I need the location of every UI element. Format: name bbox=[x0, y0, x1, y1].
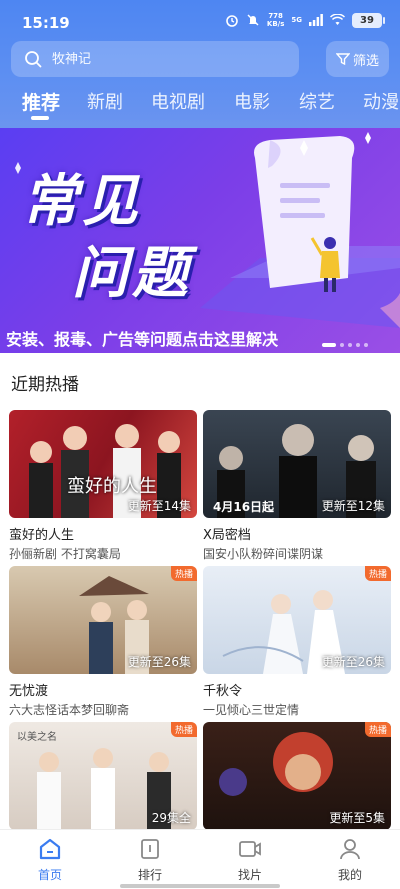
signal-icon bbox=[309, 14, 323, 26]
active-tab-indicator bbox=[31, 116, 49, 120]
show-thumbnail: 热播 更新至26集 bbox=[203, 566, 391, 674]
hot-badge: 热播 bbox=[170, 722, 197, 737]
status-bar: 15:19 778 KB/s 5G 39 bbox=[0, 0, 400, 44]
alarm-icon bbox=[226, 15, 238, 27]
show-thumbnail: 蛮好的人生 更新至14集 bbox=[9, 410, 197, 518]
show-subtitle: 一见倾心三世定情 bbox=[203, 703, 300, 717]
filter-button[interactable]: 筛选 bbox=[326, 41, 389, 77]
bottom-navigation: 首页 排行 找片 我的 bbox=[0, 829, 400, 889]
tab-variety[interactable]: 综艺 bbox=[299, 88, 335, 114]
show-subtitle: 国安小队粉碎间谍阴谋 bbox=[203, 547, 324, 561]
search-icon bbox=[25, 51, 42, 68]
search-input[interactable] bbox=[52, 51, 272, 67]
tab-movie[interactable]: 电影 bbox=[234, 88, 270, 114]
nav-ranking[interactable]: 排行 bbox=[120, 838, 180, 883]
poster-title: 以美之名 bbox=[17, 732, 57, 743]
episode-badge: 更新至5集 bbox=[329, 811, 385, 825]
signal-label: 5G bbox=[291, 16, 302, 24]
battery-indicator: 39 bbox=[352, 12, 385, 28]
hot-badge: 热播 bbox=[364, 722, 391, 737]
show-thumbnail: 热播 更新至26集 bbox=[9, 566, 197, 674]
search-bar[interactable] bbox=[11, 41, 299, 77]
episode-badge: 更新至26集 bbox=[321, 655, 385, 669]
profile-icon bbox=[340, 839, 360, 860]
episode-badge: 更新至12集 bbox=[321, 499, 385, 513]
gesture-bar bbox=[120, 884, 280, 888]
episode-badge: 更新至26集 bbox=[127, 655, 191, 669]
show-subtitle: 孙俪新剧 不打窝囊局 bbox=[9, 547, 121, 561]
category-tabs: 推荐 新剧 电视剧 电影 综艺 动漫 bbox=[0, 84, 400, 128]
tab-recommend[interactable]: 推荐 bbox=[22, 88, 60, 115]
status-time: 15:19 bbox=[22, 14, 70, 32]
show-card[interactable]: 以美之名 热播 29集全 bbox=[9, 722, 197, 830]
status-icons: 778 KB/s 5G 39 bbox=[225, 12, 385, 28]
section-title: 近期热播 bbox=[11, 375, 79, 395]
filter-label: 筛选 bbox=[352, 53, 379, 69]
home-icon bbox=[39, 838, 61, 860]
wifi-icon bbox=[330, 14, 345, 25]
nav-home[interactable]: 首页 bbox=[20, 838, 80, 883]
banner-caption: 安装、报毒、广告等问题点击这里解决 bbox=[6, 330, 279, 349]
episode-badge: 29集全 bbox=[151, 811, 191, 825]
show-card[interactable]: 蛮好的人生 更新至14集 蛮好的人生 孙俪新剧 不打窝囊局 bbox=[9, 410, 197, 562]
show-card[interactable]: 4月16日起 更新至12集 X局密档 国安小队粉碎间谍阴谋 bbox=[203, 410, 391, 562]
network-speed: 778 KB/s bbox=[266, 12, 285, 28]
show-title: 千秋令 bbox=[203, 684, 243, 699]
show-thumbnail: 以美之名 热播 29集全 bbox=[9, 722, 197, 830]
poster-date: 4月16日起 bbox=[213, 500, 275, 514]
faq-banner[interactable]: 常见 问题 安装、报毒、广告等问题点击这里解决 bbox=[0, 128, 400, 353]
show-title: X局密档 bbox=[203, 528, 251, 543]
tab-tv-series[interactable]: 电视剧 bbox=[151, 88, 205, 114]
video-icon bbox=[239, 841, 261, 857]
show-title: 蛮好的人生 bbox=[9, 528, 75, 543]
nav-find[interactable]: 找片 bbox=[220, 838, 280, 883]
episode-badge: 更新至14集 bbox=[127, 499, 191, 513]
hot-badge: 热播 bbox=[170, 566, 197, 581]
carousel-dots bbox=[322, 343, 368, 347]
show-card[interactable]: 热播 更新至26集 千秋令 一见倾心三世定情 bbox=[203, 566, 391, 718]
filter-icon bbox=[335, 53, 350, 66]
ranking-icon bbox=[141, 839, 159, 859]
mute-icon bbox=[247, 14, 259, 26]
show-thumbnail: 4月16日起 更新至12集 bbox=[203, 410, 391, 518]
hot-badge: 热播 bbox=[364, 566, 391, 581]
banner-title-line2: 问题 bbox=[72, 241, 192, 306]
poster-title: 蛮好的人生 bbox=[67, 476, 157, 497]
show-card[interactable]: 热播 更新至26集 无忧渡 六大志怪话本梦回聊斋 bbox=[9, 566, 197, 718]
show-thumbnail: 热播 更新至5集 bbox=[203, 722, 391, 830]
banner-title-line1: 常见 bbox=[22, 169, 142, 234]
tab-anime[interactable]: 动漫 bbox=[363, 88, 399, 114]
show-card[interactable]: 热播 更新至5集 bbox=[203, 722, 391, 830]
show-subtitle: 六大志怪话本梦回聊斋 bbox=[9, 703, 130, 717]
nav-profile[interactable]: 我的 bbox=[320, 838, 380, 883]
show-title: 无忧渡 bbox=[9, 684, 49, 699]
tab-new-drama[interactable]: 新剧 bbox=[87, 88, 123, 114]
